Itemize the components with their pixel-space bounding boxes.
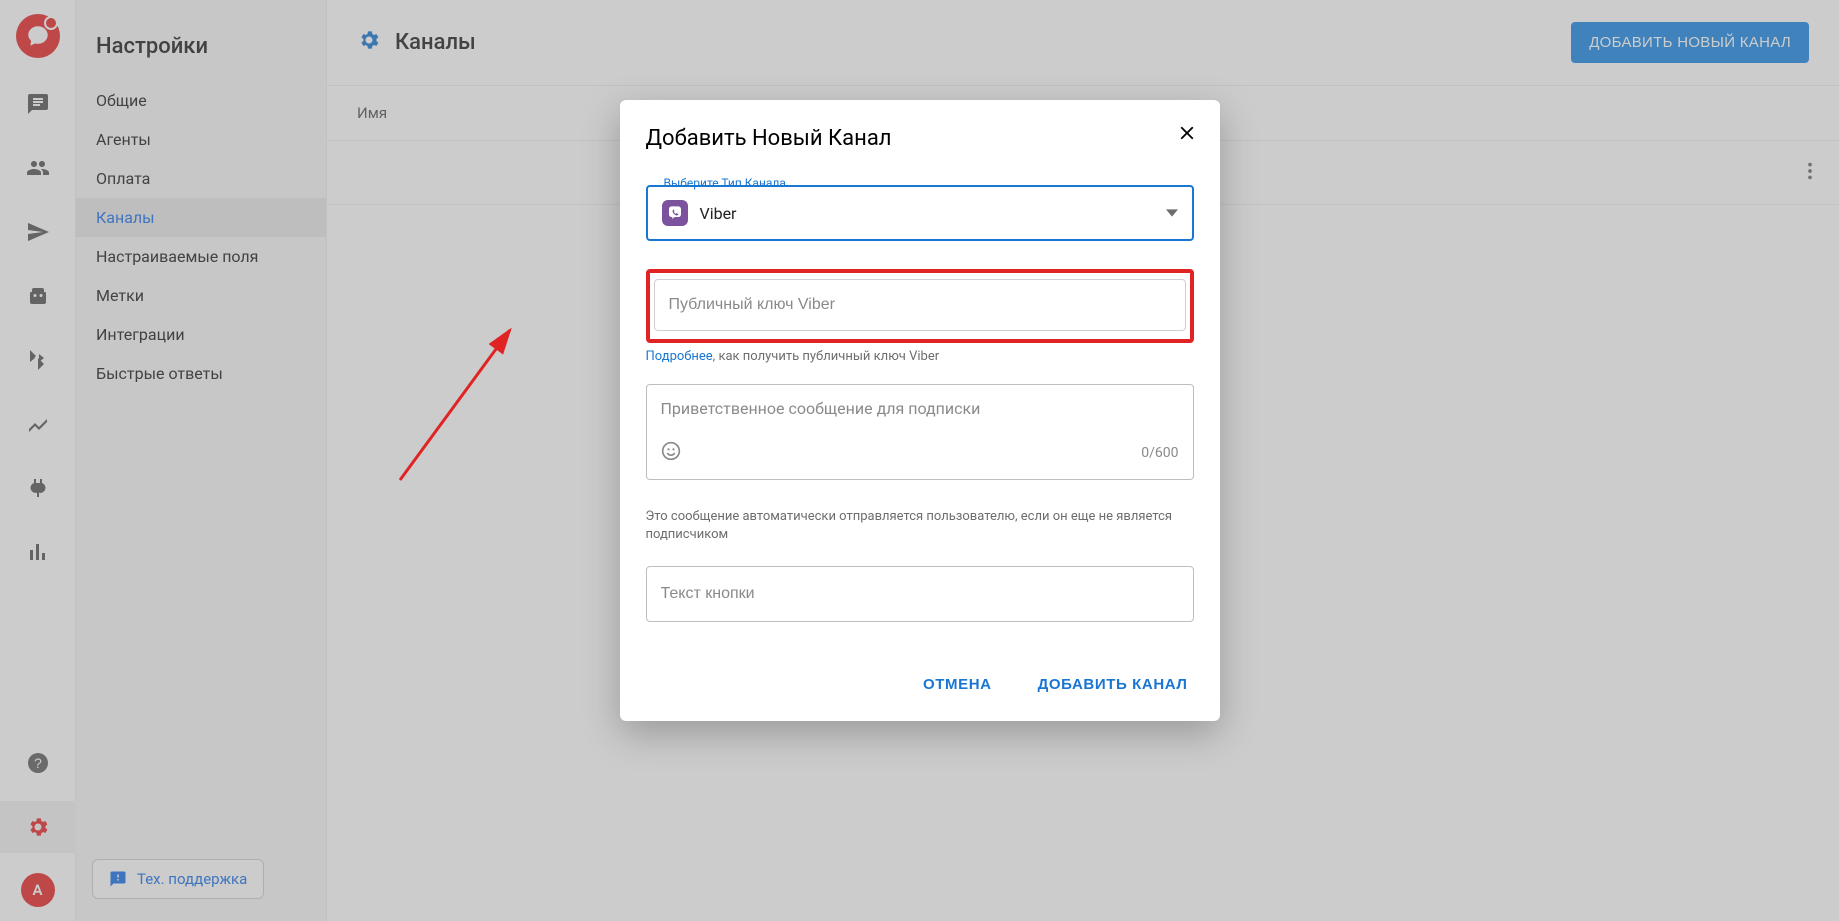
viber-key-highlight [646,269,1194,343]
submit-button[interactable]: ДОБАВИТЬ КАНАЛ [1032,668,1194,701]
annotation-arrow [390,310,550,510]
emoji-icon[interactable] [661,441,681,465]
viber-key-hint-link[interactable]: Подробнее [646,349,713,364]
greeting-counter: 0/600 [1141,445,1178,461]
viber-key-hint: Подробнее, как получить публичный ключ V… [646,349,1194,364]
channel-type-select[interactable]: Выберите Тип Канала Viber [646,185,1194,241]
chevron-down-icon [1166,204,1178,223]
button-text-input[interactable] [661,585,1179,603]
button-text-field[interactable] [646,566,1194,622]
viber-key-input[interactable] [669,296,1171,314]
close-icon[interactable] [1176,122,1198,148]
cancel-button[interactable]: ОТМЕНА [917,668,998,701]
greeting-subhint: Это сообщение автоматически отправляется… [646,508,1194,544]
dialog-title: Добавить Новый Канал [646,126,1194,151]
channel-type-value: Viber [700,204,1154,223]
viber-icon [662,200,688,226]
modal-scrim[interactable]: Добавить Новый Канал Выберите Тип Канала… [0,0,1839,921]
dialog-actions: ОТМЕНА ДОБАВИТЬ КАНАЛ [646,668,1194,701]
app-root: ? A Настройки Общие Агенты Оплата Каналы… [0,0,1839,921]
greeting-textarea[interactable]: Приветственное сообщение для подписки 0/… [646,384,1194,480]
add-channel-dialog: Добавить Новый Канал Выберите Тип Канала… [620,100,1220,721]
greeting-placeholder: Приветственное сообщение для подписки [661,399,1179,418]
